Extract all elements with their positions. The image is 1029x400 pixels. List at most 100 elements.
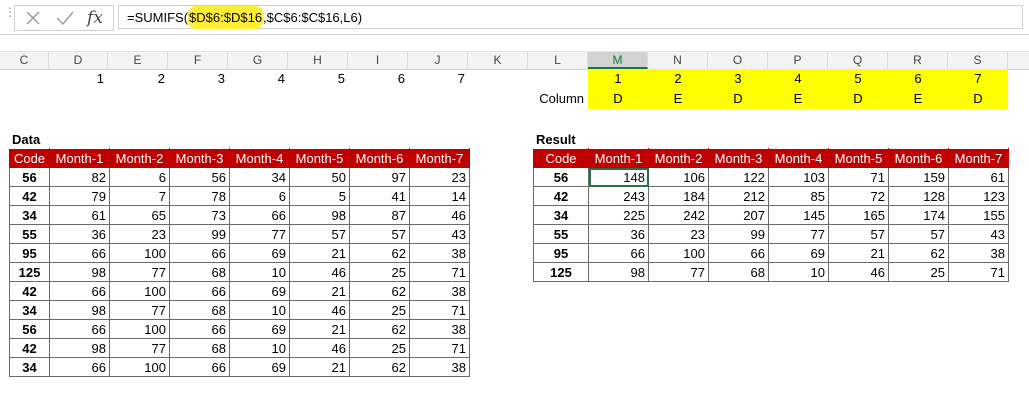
value-cell[interactable]: 62	[349, 357, 410, 377]
index-cell[interactable]: 1	[49, 69, 108, 89]
value-cell[interactable]: 7	[109, 186, 170, 206]
value-cell[interactable]: 100	[648, 243, 709, 263]
value-cell[interactable]: 62	[349, 319, 410, 339]
value-cell[interactable]: 73	[169, 205, 230, 225]
value-cell[interactable]: 38	[409, 357, 470, 377]
value-cell[interactable]: 77	[109, 338, 170, 358]
value-cell[interactable]: 145	[768, 205, 829, 225]
value-cell[interactable]: 43	[948, 224, 1009, 244]
value-cell[interactable]: 106	[648, 167, 709, 187]
value-cell[interactable]: 79	[49, 186, 110, 206]
value-cell[interactable]: 100	[109, 281, 170, 301]
value-cell[interactable]: 41	[349, 186, 410, 206]
value-cell[interactable]: 57	[828, 224, 889, 244]
value-cell[interactable]: 87	[349, 205, 410, 225]
value-cell[interactable]: 25	[349, 338, 410, 358]
value-cell[interactable]: 68	[169, 262, 230, 282]
table-header-cell[interactable]: Month-5	[289, 148, 350, 168]
table-header-cell[interactable]: Month-2	[109, 148, 170, 168]
index-cell[interactable]: 4	[229, 69, 289, 89]
column-header-g[interactable]: G	[228, 52, 288, 69]
value-cell[interactable]: 98	[49, 262, 110, 282]
value-cell[interactable]: 66	[169, 319, 230, 339]
table-header-cell[interactable]: Month-7	[409, 148, 470, 168]
value-cell[interactable]: 66	[169, 357, 230, 377]
column-header-p[interactable]: P	[768, 52, 828, 69]
value-cell[interactable]: 36	[49, 224, 110, 244]
code-cell[interactable]: 34	[533, 205, 589, 225]
value-cell[interactable]: 21	[289, 319, 350, 339]
code-cell[interactable]: 34	[9, 300, 50, 320]
code-cell[interactable]: 56	[533, 167, 589, 187]
value-cell[interactable]: 100	[109, 319, 170, 339]
value-cell[interactable]: 77	[648, 262, 709, 282]
value-cell[interactable]: 62	[349, 243, 410, 263]
column-letter-cell[interactable]: D	[588, 89, 648, 109]
value-cell[interactable]: 123	[948, 186, 1009, 206]
value-cell[interactable]: 61	[49, 205, 110, 225]
month-index-cell[interactable]: 2	[648, 69, 708, 89]
column-header-j[interactable]: J	[408, 52, 468, 69]
month-index-cell[interactable]: 6	[888, 69, 948, 89]
value-cell[interactable]: 56	[169, 167, 230, 187]
value-cell[interactable]: 69	[229, 281, 290, 301]
column-letter-cell[interactable]: D	[708, 89, 768, 109]
value-cell[interactable]: 71	[409, 338, 470, 358]
code-cell[interactable]: 42	[9, 338, 50, 358]
value-cell[interactable]: 66	[708, 243, 769, 263]
value-cell[interactable]: 98	[588, 262, 649, 282]
value-cell[interactable]: 50	[289, 167, 350, 187]
value-cell[interactable]: 148	[588, 167, 649, 187]
value-cell[interactable]: 10	[229, 262, 290, 282]
value-cell[interactable]: 66	[49, 243, 110, 263]
column-header-i[interactable]: I	[348, 52, 408, 69]
value-cell[interactable]: 6	[109, 167, 170, 187]
drag-handle-icon[interactable]: ⋮	[4, 6, 16, 24]
table-header-cell[interactable]: Month-4	[768, 148, 829, 168]
check-icon[interactable]	[53, 6, 77, 30]
table-header-cell[interactable]: Month-6	[888, 148, 949, 168]
value-cell[interactable]: 212	[708, 186, 769, 206]
table-header-cell[interactable]: Month-3	[169, 148, 230, 168]
column-header-o[interactable]: O	[708, 52, 768, 69]
value-cell[interactable]: 66	[49, 319, 110, 339]
value-cell[interactable]: 68	[169, 338, 230, 358]
table-header-cell[interactable]: Month-4	[229, 148, 290, 168]
table-header-cell[interactable]: Month-7	[948, 148, 1009, 168]
x-icon[interactable]	[21, 6, 45, 30]
value-cell[interactable]: 225	[588, 205, 649, 225]
value-cell[interactable]: 57	[888, 224, 949, 244]
code-cell[interactable]: 56	[9, 319, 50, 339]
value-cell[interactable]: 10	[229, 300, 290, 320]
code-cell[interactable]: 95	[9, 243, 50, 263]
value-cell[interactable]: 97	[349, 167, 410, 187]
value-cell[interactable]: 98	[49, 338, 110, 358]
code-cell[interactable]: 55	[533, 224, 589, 244]
value-cell[interactable]: 10	[229, 338, 290, 358]
value-cell[interactable]: 165	[828, 205, 889, 225]
column-header-f[interactable]: F	[168, 52, 228, 69]
value-cell[interactable]: 85	[768, 186, 829, 206]
table-header-cell[interactable]: Month-5	[828, 148, 889, 168]
value-cell[interactable]: 242	[648, 205, 709, 225]
value-cell[interactable]: 25	[888, 262, 949, 282]
value-cell[interactable]: 174	[888, 205, 949, 225]
column-letter-cell[interactable]: E	[648, 89, 708, 109]
value-cell[interactable]: 69	[229, 357, 290, 377]
value-cell[interactable]: 68	[169, 300, 230, 320]
value-cell[interactable]: 5	[289, 186, 350, 206]
value-cell[interactable]: 66	[169, 281, 230, 301]
value-cell[interactable]: 69	[229, 243, 290, 263]
value-cell[interactable]: 77	[109, 300, 170, 320]
value-cell[interactable]: 71	[409, 262, 470, 282]
table-header-cell[interactable]: Month-1	[588, 148, 649, 168]
index-cell[interactable]: 3	[169, 69, 229, 89]
table-header-cell[interactable]: Code	[533, 148, 589, 168]
value-cell[interactable]: 77	[768, 224, 829, 244]
value-cell[interactable]: 46	[289, 300, 350, 320]
code-cell[interactable]: 125	[9, 262, 50, 282]
value-cell[interactable]: 103	[768, 167, 829, 187]
column-letter-cell[interactable]: E	[768, 89, 828, 109]
column-header-n[interactable]: N	[648, 52, 708, 69]
value-cell[interactable]: 100	[109, 357, 170, 377]
